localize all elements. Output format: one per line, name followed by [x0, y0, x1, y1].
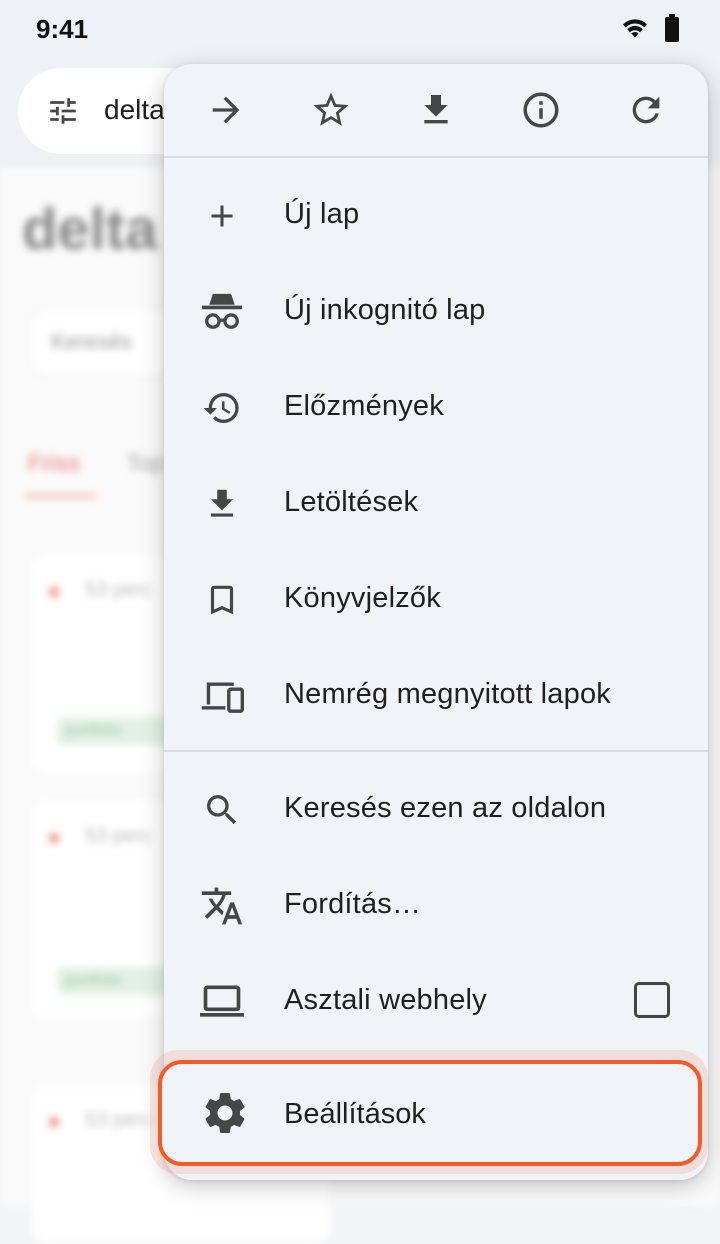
menu-divider [164, 750, 708, 752]
page-tab-underline [26, 494, 96, 498]
menu-item-label: Asztali webhely [284, 984, 487, 1016]
download-icon [416, 90, 456, 130]
download-page-button[interactable] [396, 70, 476, 150]
status-bar: 9:41 [0, 0, 720, 56]
menu-divider [164, 156, 708, 158]
menu-item-label: Új inkognitó lap [284, 294, 486, 326]
url-text: delta [104, 94, 165, 125]
download-icon [200, 482, 244, 526]
menu-item-label: Nemrég megnyitott lapok [284, 678, 611, 710]
card-text: 53 perc [85, 1109, 152, 1131]
menu-item-recent-tabs[interactable]: Nemrég megnyitott lapok [164, 648, 708, 744]
forward-button[interactable] [186, 70, 266, 150]
page-tab-top: Top [126, 450, 165, 477]
menu-item-label: Új lap [284, 198, 360, 230]
gear-icon [200, 1088, 250, 1138]
menu-item-label: Letöltések [284, 486, 419, 518]
menu-item-label: Fordítás… [284, 888, 422, 920]
menu-item-history[interactable]: Előzmények [164, 360, 708, 456]
menu-item-desktop-site[interactable]: Asztali webhely [164, 954, 708, 1050]
menu-item-bookmarks[interactable]: Könyvjelzők [164, 552, 708, 648]
wifi-icon [620, 16, 650, 40]
laptop-icon [200, 980, 244, 1024]
search-icon [200, 788, 244, 832]
menu-top-row [164, 64, 708, 156]
tune-icon[interactable] [46, 94, 80, 128]
menu-item-label: Előzmények [284, 390, 444, 422]
page-tab-fresh: Friss [28, 450, 80, 477]
forward-icon [206, 90, 246, 130]
page-title: delta [22, 197, 158, 262]
overflow-menu: Új lap Új inkognitó lap Előzmények Letöl… [164, 64, 708, 1180]
menu-item-label: Keresés ezen az oldalon [284, 792, 607, 824]
menu-item-new-tab[interactable]: Új lap [164, 168, 708, 264]
page-info-button[interactable] [501, 70, 581, 150]
card-dot [49, 833, 59, 843]
refresh-button[interactable] [606, 70, 686, 150]
bookmark-icon [200, 578, 244, 622]
card-text: 53 perc [85, 579, 152, 601]
battery-icon [664, 14, 680, 42]
history-icon [200, 386, 244, 430]
menu-item-settings[interactable]: Beállítások [158, 1060, 702, 1166]
status-time: 9:41 [36, 14, 89, 44]
menu-item-label: Beállítások [284, 1098, 426, 1130]
card-text: 53 perc [85, 825, 152, 847]
plus-icon [200, 194, 244, 238]
card-dot [49, 587, 59, 597]
menu-item-translate[interactable]: Fordítás… [164, 858, 708, 954]
refresh-icon [626, 90, 666, 130]
menu-item-new-incognito-tab[interactable]: Új inkognitó lap [164, 264, 708, 360]
menu-item-downloads[interactable]: Letöltések [164, 456, 708, 552]
devices-icon [200, 674, 244, 718]
incognito-icon [200, 290, 244, 334]
menu-item-label: Könyvjelzők [284, 582, 441, 614]
star-icon [310, 89, 352, 131]
status-icons [620, 14, 680, 42]
card-dot [49, 1117, 59, 1127]
menu-item-find-in-page[interactable]: Keresés ezen az oldalon [164, 762, 708, 858]
desktop-site-checkbox[interactable] [634, 982, 670, 1018]
bookmark-star-button[interactable] [291, 70, 371, 150]
page-search-text: Keresés [51, 329, 132, 354]
translate-icon [200, 884, 244, 928]
info-icon [520, 89, 562, 131]
